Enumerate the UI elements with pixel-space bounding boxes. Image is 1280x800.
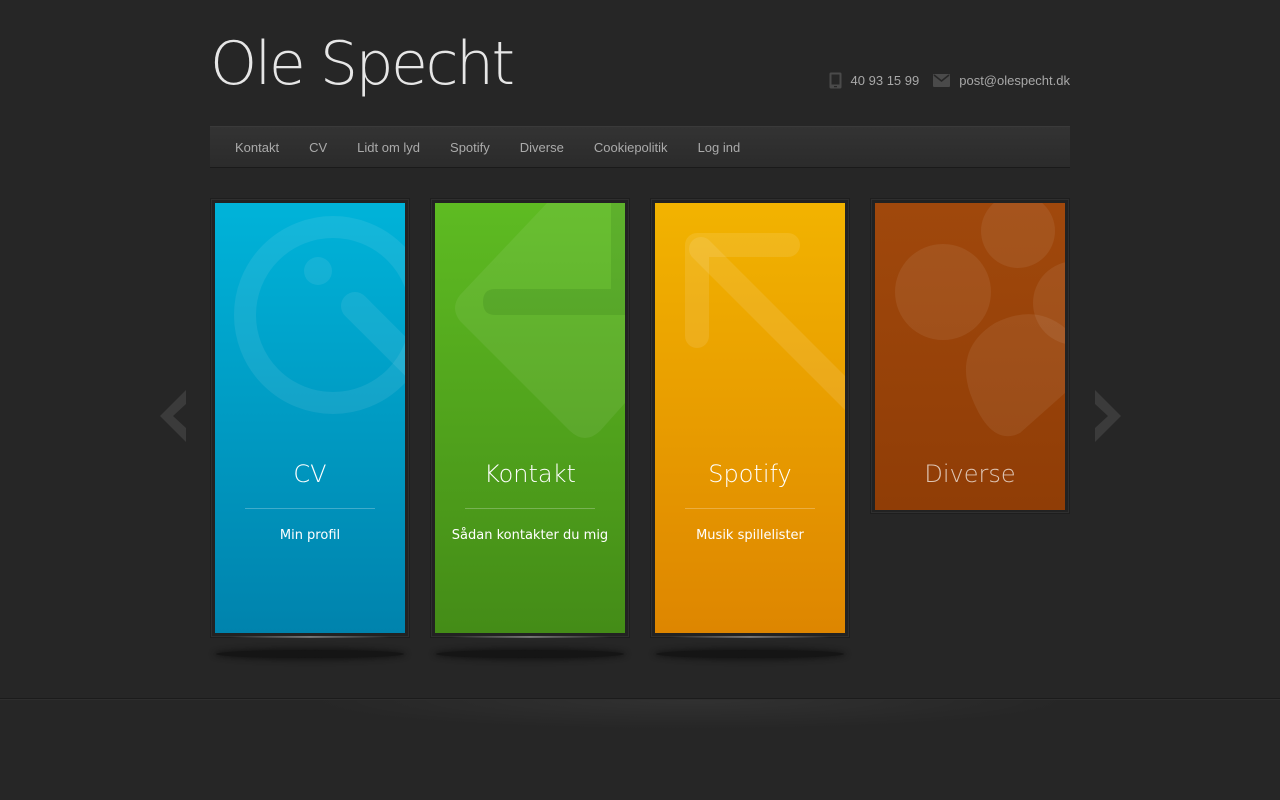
arrow-up-left-icon <box>685 233 845 410</box>
card-spotify-frame: Spotify Musik spillelister <box>650 198 850 638</box>
email-contact[interactable]: post@olespecht.dk <box>933 73 1070 88</box>
card-title: Spotify <box>708 460 792 488</box>
nav-item-kontakt[interactable]: Kontakt <box>235 140 279 155</box>
chevron-right-icon[interactable] <box>1095 390 1121 442</box>
card-spotify[interactable]: Spotify Musik spillelister <box>655 203 845 633</box>
card-diverse-frame: Diverse <box>870 198 1070 514</box>
card-subtitle: Sådan kontakter du mig <box>451 528 609 543</box>
phone-number: 40 93 15 99 <box>850 73 920 88</box>
card-kontakt-frame: Kontakt Sådan kontakter du mig <box>430 198 630 638</box>
card-divider <box>685 508 815 509</box>
card-cv[interactable]: CV Min profil <box>215 203 405 633</box>
card-divider <box>465 508 595 509</box>
card-cv-frame: CV Min profil <box>210 198 410 638</box>
card-divider <box>245 508 375 509</box>
nav-item-spotify[interactable]: Spotify <box>450 140 490 155</box>
nav-item-cookiepolitik[interactable]: Cookiepolitik <box>594 140 668 155</box>
email-link[interactable]: post@olespecht.dk <box>959 73 1070 88</box>
card-glow <box>670 636 830 638</box>
envelope-icon <box>933 74 951 87</box>
footer-glow <box>300 700 1080 730</box>
card-glow <box>450 636 610 638</box>
card-title: Diverse <box>924 460 1016 488</box>
footer-divider <box>0 698 1280 699</box>
card-title: CV <box>293 460 327 488</box>
main-nav: Kontakt CV Lidt om lyd Spotify Diverse C… <box>210 126 1070 168</box>
nav-item-diverse[interactable]: Diverse <box>520 140 564 155</box>
tag-icon <box>455 203 625 438</box>
card-subtitle: Min profil <box>279 528 341 543</box>
clock-icon <box>234 216 405 414</box>
nav-item-cv[interactable]: CV <box>309 140 327 155</box>
card-kontakt[interactable]: Kontakt Sådan kontakter du mig <box>435 203 625 633</box>
card-diverse[interactable]: Diverse <box>875 203 1065 510</box>
site-title[interactable]: Ole Specht <box>210 26 515 102</box>
chevron-left-icon[interactable] <box>160 390 186 442</box>
card-shadow <box>216 650 404 658</box>
card-title: Kontakt <box>484 460 576 488</box>
contact-bar: 40 93 15 99 post@olespecht.dk <box>829 72 1070 89</box>
card-subtitle: Musik spillelister <box>696 528 804 543</box>
card-shadow <box>436 650 624 658</box>
card-glow <box>230 636 390 638</box>
nav-item-lidt-om-lyd[interactable]: Lidt om lyd <box>357 140 420 155</box>
phone-contact: 40 93 15 99 <box>829 72 920 89</box>
card-shadow <box>656 650 844 658</box>
phone-icon <box>829 72 842 89</box>
nav-item-log-ind[interactable]: Log ind <box>698 140 741 155</box>
